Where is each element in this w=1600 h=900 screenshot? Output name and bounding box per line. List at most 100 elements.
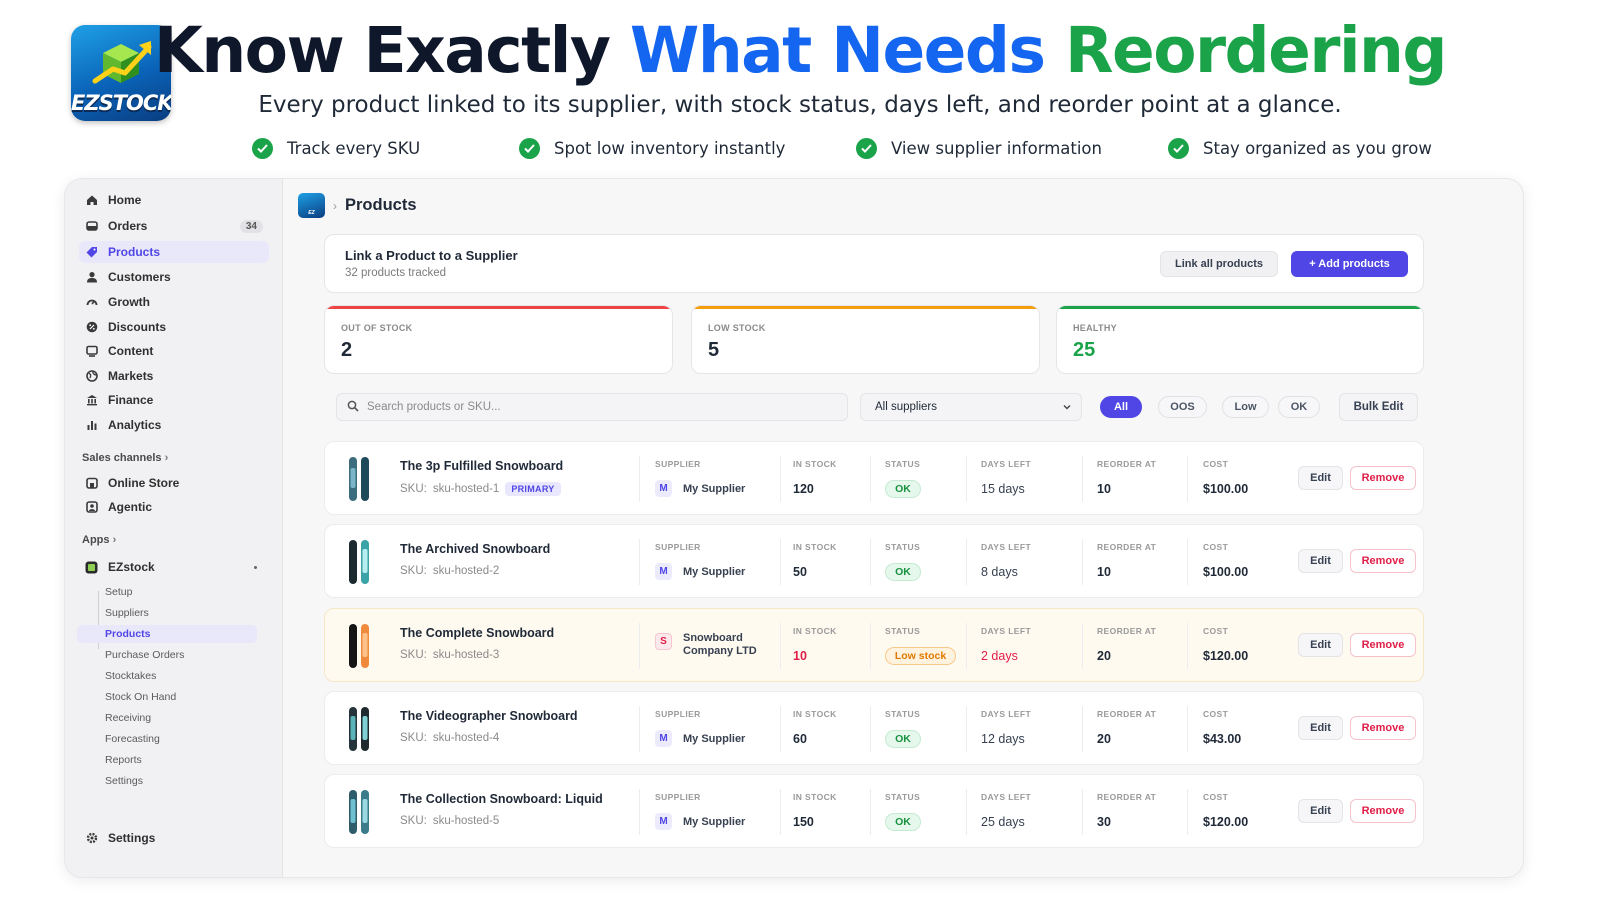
filter-pill-oos[interactable]: OOS xyxy=(1158,396,1207,418)
sidebar-subitem-receiving[interactable]: Receiving xyxy=(105,709,151,727)
filter-pill-low[interactable]: Low xyxy=(1222,396,1269,418)
supplier-name[interactable]: My Supplier xyxy=(683,733,745,746)
sidebar-item-analytics[interactable]: Analytics xyxy=(79,414,269,436)
sales-channels-header[interactable]: Sales channels › xyxy=(82,452,168,464)
add-products-button[interactable]: + Add products xyxy=(1291,251,1408,277)
product-name[interactable]: The 3p Fulfilled Snowboard xyxy=(400,459,563,473)
link-all-products-button[interactable]: Link all products xyxy=(1160,251,1278,277)
days-left-column-label: DAYS LEFT xyxy=(981,792,1032,802)
column-divider xyxy=(639,456,640,502)
edit-button[interactable]: Edit xyxy=(1298,716,1343,740)
sidebar-subitem-products[interactable]: Products xyxy=(77,625,257,643)
sidebar-item-discounts[interactable]: Discounts xyxy=(79,316,269,338)
in-stock-column-label: IN STOCK xyxy=(793,542,837,552)
sidebar-item-online-store[interactable]: Online Store xyxy=(79,472,269,494)
reorder-at-column-label: REORDER AT xyxy=(1097,459,1157,469)
sidebar-item-agentic[interactable]: Agentic xyxy=(79,496,269,518)
check-circle-icon xyxy=(519,138,540,159)
product-name[interactable]: The Complete Snowboard xyxy=(400,626,554,640)
supplier-name[interactable]: Snowboard Company LTD xyxy=(683,632,757,658)
agent-icon xyxy=(85,501,98,514)
reorder-at-column-label: REORDER AT xyxy=(1097,792,1157,802)
sidebar-item-home[interactable]: Home xyxy=(79,189,269,211)
column-divider xyxy=(870,706,871,752)
column-divider xyxy=(639,539,640,585)
supplier-name[interactable]: My Supplier xyxy=(683,483,745,496)
product-row[interactable]: The Archived Snowboard SKU: sku-hosted-2 … xyxy=(324,524,1424,598)
chevron-right-icon: › xyxy=(164,452,169,464)
cost-value: $100.00 xyxy=(1203,565,1249,579)
product-row[interactable]: The 3p Fulfilled Snowboard SKU: sku-hoste… xyxy=(324,441,1424,515)
supplier-name[interactable]: My Supplier xyxy=(683,566,745,579)
edit-button[interactable]: Edit xyxy=(1298,633,1343,657)
feature-label: View supplier information xyxy=(891,139,1102,158)
sidebar-subitem-settings[interactable]: Settings xyxy=(105,772,143,790)
sidebar-subitem-suppliers[interactable]: Suppliers xyxy=(105,604,149,622)
sidebar-item-label: Products xyxy=(108,245,161,259)
sidebar-subitem-setup[interactable]: Setup xyxy=(105,583,132,601)
sidebar-subitem-reports[interactable]: Reports xyxy=(105,751,142,769)
chevron-right-icon: › xyxy=(333,198,337,213)
status-badge: OK xyxy=(885,563,921,581)
sidebar-item-products[interactable]: Products xyxy=(79,241,269,263)
stat-label: OUT OF STOCK xyxy=(341,323,413,333)
edit-button[interactable]: Edit xyxy=(1298,799,1343,823)
supplier-initial-icon: M xyxy=(655,480,672,497)
sidebar-subitem-stock-on-hand[interactable]: Stock On Hand xyxy=(105,688,176,706)
reorder-at-value: 30 xyxy=(1097,815,1111,829)
product-row[interactable]: The Complete Snowboard SKU: sku-hosted-3 … xyxy=(324,608,1424,682)
stat-accent-bar xyxy=(1057,306,1423,309)
search-input[interactable]: Search products or SKU... xyxy=(336,393,848,421)
cost-column-label: COST xyxy=(1203,542,1229,552)
sidebar-subitem-forecasting[interactable]: Forecasting xyxy=(105,730,160,748)
remove-button[interactable]: Remove xyxy=(1350,466,1416,490)
filter-pill-all[interactable]: All xyxy=(1100,396,1142,418)
cost-column-label: COST xyxy=(1203,459,1229,469)
sidebar-item-markets[interactable]: Markets xyxy=(79,365,269,387)
globe-icon xyxy=(85,370,98,383)
reorder-at-column-label: REORDER AT xyxy=(1097,626,1157,636)
stat-value: 25 xyxy=(1073,339,1096,361)
sidebar-item-customers[interactable]: Customers xyxy=(79,266,269,288)
content-icon xyxy=(85,345,98,358)
column-divider xyxy=(966,789,967,835)
supplier-select[interactable]: All suppliers xyxy=(860,393,1082,421)
edit-button[interactable]: Edit xyxy=(1298,466,1343,490)
product-name[interactable]: The Collection Snowboard: Liquid xyxy=(400,792,603,806)
product-name[interactable]: The Videographer Snowboard xyxy=(400,709,578,723)
hero-title: Know Exactly What Needs Reordering xyxy=(0,14,1600,87)
column-divider xyxy=(1187,789,1188,835)
apps-header[interactable]: Apps › xyxy=(82,534,116,546)
bulk-edit-button[interactable]: Bulk Edit xyxy=(1339,393,1418,421)
column-divider xyxy=(1082,789,1083,835)
reorder-at-value: 20 xyxy=(1097,649,1111,663)
chevron-right-icon: › xyxy=(112,534,117,546)
sidebar-item-growth[interactable]: Growth xyxy=(79,291,269,313)
cost-column-label: COST xyxy=(1203,626,1229,636)
reorder-at-column-label: REORDER AT xyxy=(1097,542,1157,552)
sidebar-item-ezstock[interactable]: EZstock xyxy=(79,556,269,578)
sidebar-item-finance[interactable]: Finance xyxy=(79,389,269,411)
cost-column-label: COST xyxy=(1203,709,1229,719)
sidebar-subitem-stocktakes[interactable]: Stocktakes xyxy=(105,667,156,685)
remove-button[interactable]: Remove xyxy=(1350,716,1416,740)
filter-pill-ok[interactable]: OK xyxy=(1278,396,1320,418)
sidebar-subitem-purchase-orders[interactable]: Purchase Orders xyxy=(105,646,184,664)
ezstock-app-icon: EZ xyxy=(298,193,325,218)
page-title: Products xyxy=(345,196,417,214)
feature-item: Stay organized as you grow xyxy=(1168,138,1432,159)
in-stock-column-label: IN STOCK xyxy=(793,792,837,802)
sidebar-item-content[interactable]: Content xyxy=(79,340,269,362)
supplier-initial-icon: M xyxy=(655,730,672,747)
product-row[interactable]: The Videographer Snowboard SKU: sku-hoste… xyxy=(324,691,1424,765)
sidebar-item-orders[interactable]: Orders 34 xyxy=(79,215,269,237)
remove-button[interactable]: Remove xyxy=(1350,633,1416,657)
remove-button[interactable]: Remove xyxy=(1350,799,1416,823)
product-name[interactable]: The Archived Snowboard xyxy=(400,542,550,556)
check-circle-icon xyxy=(856,138,877,159)
remove-button[interactable]: Remove xyxy=(1350,549,1416,573)
edit-button[interactable]: Edit xyxy=(1298,549,1343,573)
sidebar-item-settings[interactable]: Settings xyxy=(79,827,269,849)
product-row[interactable]: The Collection Snowboard: Liquid SKU: sku… xyxy=(324,774,1424,848)
supplier-name[interactable]: My Supplier xyxy=(683,816,745,829)
